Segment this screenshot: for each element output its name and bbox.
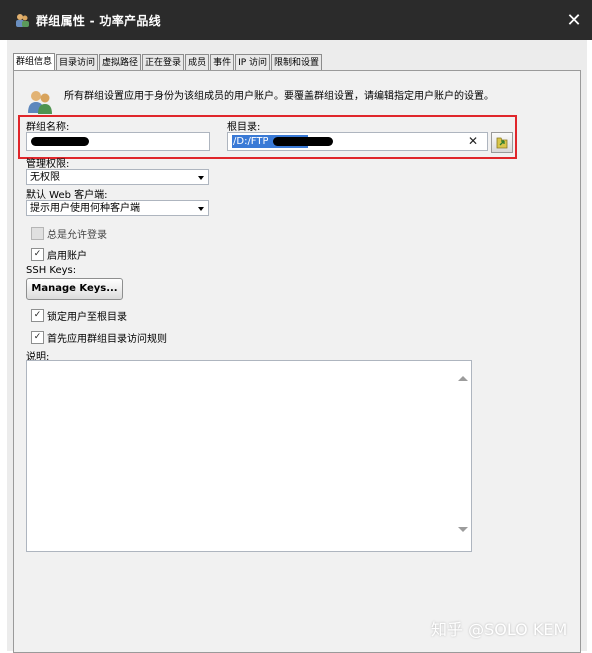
admin-permission-value: 无权限: [30, 172, 60, 183]
watermark: 知乎 @SOLO KEM: [431, 620, 568, 639]
folder-browse-icon: [496, 137, 508, 149]
lock-to-root-label: 锁定用户至根目录: [47, 312, 127, 323]
description-textarea[interactable]: [26, 360, 472, 552]
check-icon: ✓: [33, 310, 42, 320]
always-allow-login-checkbox[interactable]: [31, 227, 44, 240]
tab-events[interactable]: 事件: [210, 54, 235, 71]
ssh-keys-label: SSH Keys:: [26, 265, 77, 276]
tab-limits-settings[interactable]: 限制和设置: [271, 54, 323, 71]
apply-group-rules-label: 首先应用群组目录访问规则: [47, 334, 167, 345]
web-client-value: 提示用户使用何种客户端: [30, 203, 140, 214]
tab-virtual-paths[interactable]: 虚拟路径: [99, 54, 142, 71]
group-users-icon: [16, 14, 29, 27]
tab-ip-access[interactable]: IP 访问: [235, 54, 271, 71]
scroll-up-icon[interactable]: [458, 376, 468, 381]
admin-permission-select[interactable]: 无权限: [26, 169, 209, 185]
root-dir-label: 根目录:: [227, 122, 261, 133]
group-name-input[interactable]: [26, 132, 210, 151]
browse-folder-button[interactable]: [491, 132, 513, 153]
clear-icon[interactable]: ✕: [468, 134, 478, 148]
lock-to-root-checkbox[interactable]: ✓: [31, 309, 44, 322]
web-client-select[interactable]: 提示用户使用何种客户端: [26, 200, 209, 216]
scroll-down-icon[interactable]: [458, 527, 468, 532]
tab-bar: 群组信息 目录访问 虚拟路径 正在登录 成员 事件 IP 访问 限制和设置: [13, 53, 323, 71]
web-client-label: 默认 Web 客户端:: [26, 190, 108, 201]
enable-account-label: 启用账户: [47, 251, 87, 262]
check-icon: ✓: [33, 332, 42, 342]
tab-directory-access[interactable]: 目录访问: [56, 54, 99, 71]
redaction-mark: [273, 137, 333, 146]
redaction-mark: [31, 137, 89, 146]
title-bar: 群组属性 - 功率产品线 ✕: [0, 0, 592, 40]
always-allow-login-label: 总是允许登录: [47, 230, 107, 241]
apply-group-rules-checkbox[interactable]: ✓: [31, 331, 44, 344]
info-text: 所有群组设置应用于身份为该组成员的用户账户。要覆盖群组设置，请编辑指定用户账户的…: [64, 91, 494, 102]
enable-account-checkbox[interactable]: ✓: [31, 248, 44, 261]
group-users-icon: [28, 91, 52, 114]
window-title: 群组属性 - 功率产品线: [36, 14, 161, 28]
tab-group-info[interactable]: 群组信息: [13, 53, 56, 71]
root-dir-value: /D:/FTP: [232, 135, 270, 148]
tab-logged-in[interactable]: 正在登录: [142, 54, 185, 71]
group-name-label: 群组名称:: [26, 122, 70, 133]
close-icon: ✕: [566, 9, 582, 31]
close-button[interactable]: ✕: [556, 0, 592, 40]
chevron-down-icon: [198, 176, 204, 180]
tab-members[interactable]: 成员: [185, 54, 210, 71]
dialog-body: 群组信息 目录访问 虚拟路径 正在登录 成员 事件 IP 访问 限制和设置 所有…: [7, 40, 587, 653]
admin-permission-label: 管理权限:: [26, 159, 70, 170]
root-dir-input[interactable]: /D:/FTP ✕: [227, 132, 488, 151]
group-info-panel: 所有群组设置应用于身份为该组成员的用户账户。要覆盖群组设置，请编辑指定用户账户的…: [13, 70, 581, 653]
chevron-down-icon: [198, 207, 204, 211]
check-icon: ✓: [33, 249, 42, 259]
manage-keys-button[interactable]: Manage Keys...: [26, 278, 123, 300]
